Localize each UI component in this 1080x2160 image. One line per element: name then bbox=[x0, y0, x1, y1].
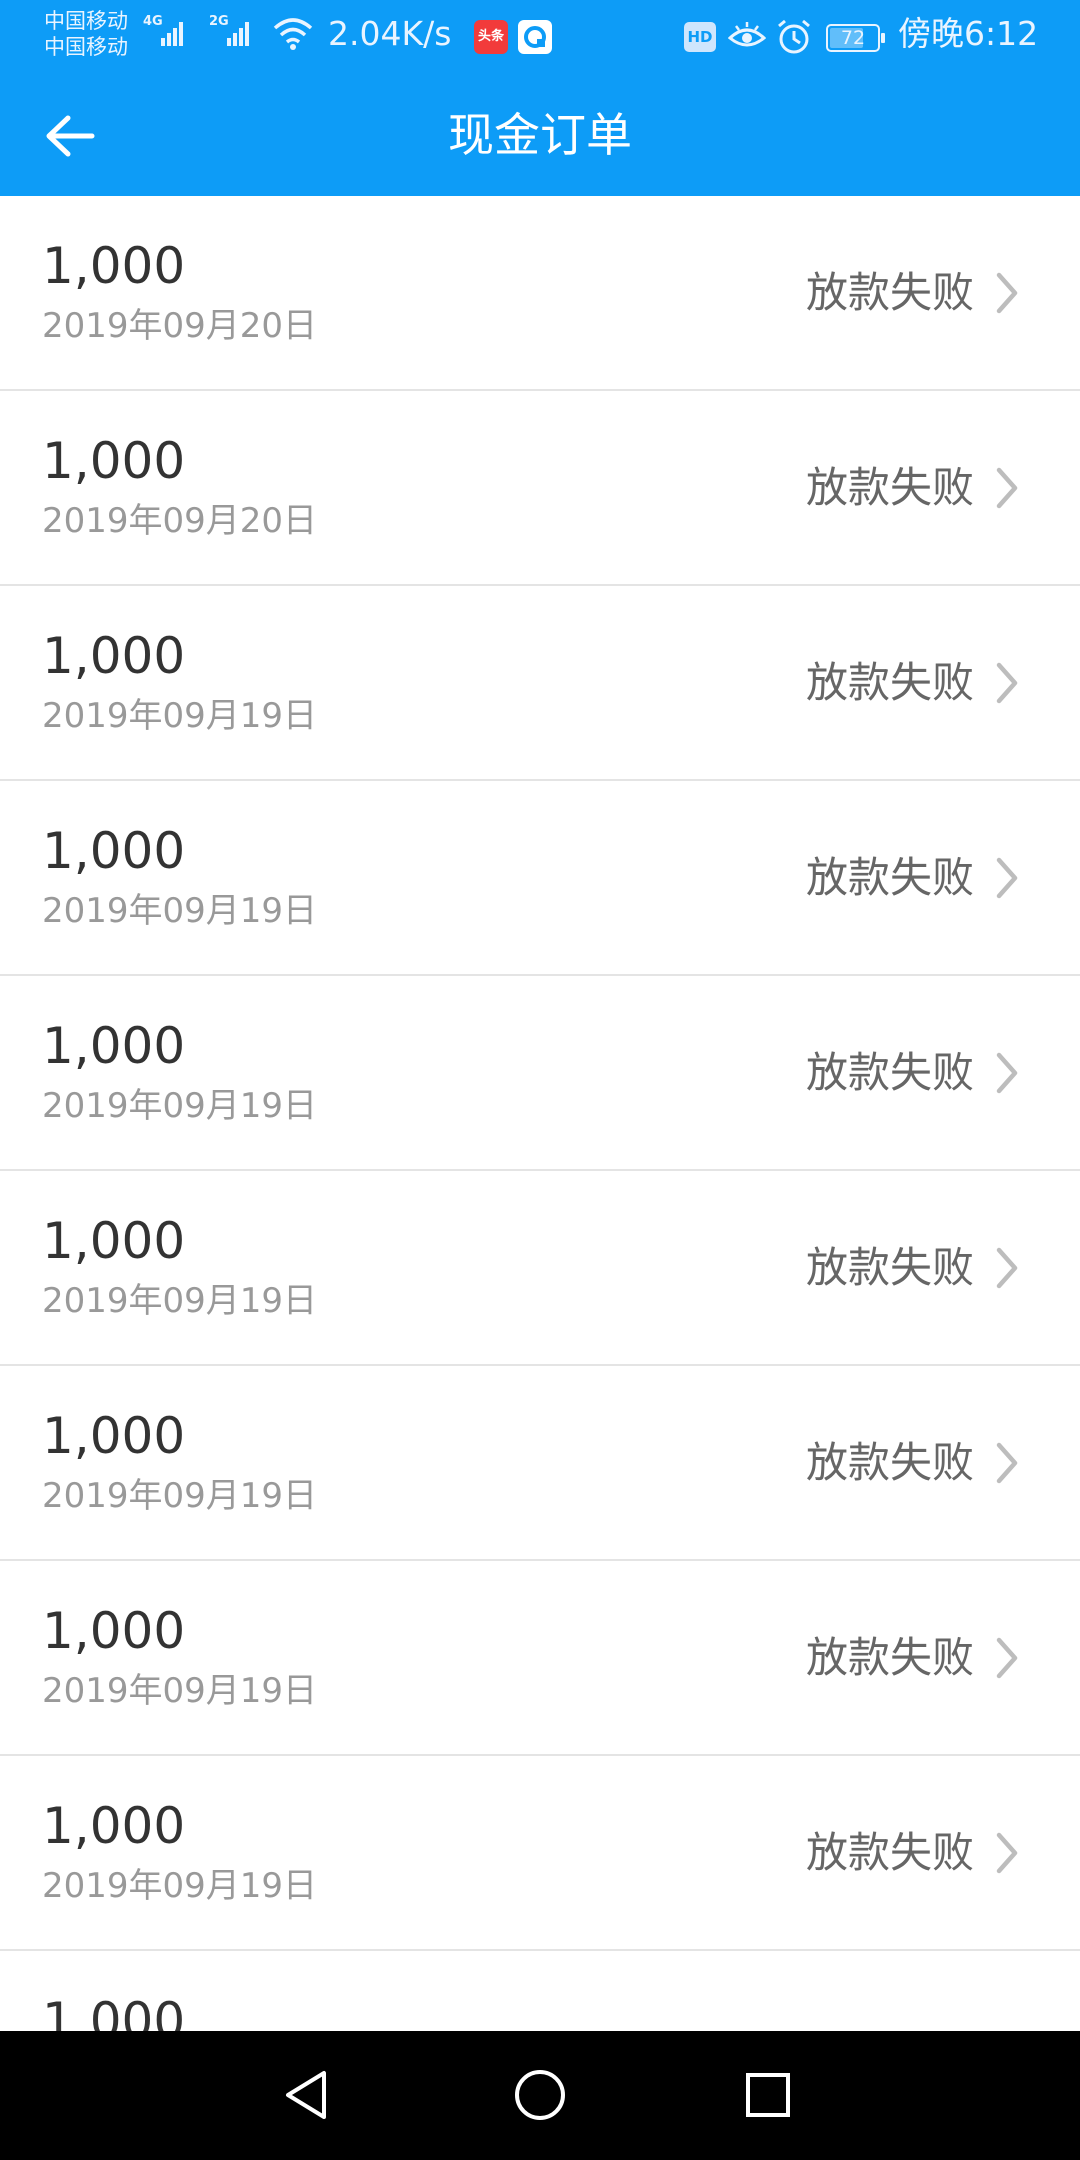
hd-icon: HD bbox=[684, 22, 716, 52]
alarm-icon bbox=[775, 18, 813, 60]
app-bar: 现金订单 bbox=[0, 74, 1080, 196]
page-title: 现金订单 bbox=[448, 108, 632, 162]
toutiao-icon: 头条 bbox=[474, 20, 508, 54]
order-amount: 1,000 bbox=[42, 432, 186, 490]
nav-recent-button[interactable] bbox=[728, 2055, 808, 2135]
carrier-1: 中国移动 bbox=[44, 9, 128, 33]
arrow-left-icon bbox=[46, 115, 95, 157]
battery-icon: 72 bbox=[826, 24, 885, 52]
chevron-right-icon bbox=[996, 857, 1018, 899]
order-status: 放款失败 bbox=[805, 268, 974, 317]
network-speed: 2.04K/s bbox=[328, 14, 452, 53]
chevron-right-icon bbox=[996, 1442, 1018, 1484]
order-row[interactable]: 1,000 bbox=[0, 1951, 1080, 2031]
nav-recent-icon bbox=[746, 2073, 790, 2117]
order-status: 放款失败 bbox=[805, 463, 974, 512]
order-date: 2019年09月19日 bbox=[42, 696, 318, 736]
status-bar: 中国移动 中国移动 4G 2G 2.04K/s 头条 HD 72 傍晚6:12 bbox=[0, 0, 1080, 74]
chevron-right-icon bbox=[996, 467, 1018, 509]
nav-back-button[interactable] bbox=[268, 2055, 348, 2135]
nav-back-icon bbox=[286, 2071, 326, 2119]
carrier-labels: 中国移动 中国移动 bbox=[44, 8, 128, 60]
order-row[interactable]: 1,000 2019年09月19日 放款失败 bbox=[0, 1561, 1080, 1756]
eye-icon bbox=[727, 20, 767, 58]
order-date: 2019年09月19日 bbox=[42, 1671, 318, 1711]
order-date: 2019年09月19日 bbox=[42, 1086, 318, 1126]
order-date: 2019年09月19日 bbox=[42, 1281, 318, 1321]
battery-percent: 72 bbox=[840, 27, 866, 49]
order-row[interactable]: 1,000 2019年09月20日 放款失败 bbox=[0, 196, 1080, 391]
order-status: 放款失败 bbox=[805, 1828, 974, 1877]
chevron-right-icon bbox=[996, 1247, 1018, 1289]
order-amount: 1,000 bbox=[42, 1602, 186, 1660]
order-date: 2019年09月19日 bbox=[42, 1866, 318, 1906]
chevron-right-icon bbox=[996, 1832, 1018, 1874]
order-row[interactable]: 1,000 2019年09月19日 放款失败 bbox=[0, 1756, 1080, 1951]
order-amount: 1,000 bbox=[42, 822, 186, 880]
order-amount: 1,000 bbox=[42, 1407, 186, 1465]
browser-icon bbox=[518, 20, 552, 54]
order-status: 放款失败 bbox=[805, 1048, 974, 1097]
order-row[interactable]: 1,000 2019年09月19日 放款失败 bbox=[0, 586, 1080, 781]
order-amount: 1,000 bbox=[42, 1992, 186, 2031]
order-list[interactable]: 1,000 2019年09月20日 放款失败 1,000 2019年09月20日… bbox=[0, 196, 1080, 2031]
order-status: 放款失败 bbox=[805, 1438, 974, 1487]
chevron-right-icon bbox=[996, 1637, 1018, 1679]
system-nav-bar bbox=[0, 2031, 1080, 2160]
order-amount: 1,000 bbox=[42, 1212, 186, 1270]
order-date: 2019年09月19日 bbox=[42, 1476, 318, 1516]
order-status: 放款失败 bbox=[805, 1633, 974, 1682]
wifi-icon bbox=[273, 16, 313, 56]
chevron-right-icon bbox=[996, 272, 1018, 314]
order-amount: 1,000 bbox=[42, 1797, 186, 1855]
order-status: 放款失败 bbox=[805, 853, 974, 902]
network-type-2: 2G bbox=[209, 14, 229, 29]
order-row[interactable]: 1,000 2019年09月19日 放款失败 bbox=[0, 976, 1080, 1171]
order-status: 放款失败 bbox=[805, 1243, 974, 1292]
battery-tip bbox=[881, 33, 885, 43]
nav-home-button[interactable] bbox=[500, 2055, 580, 2135]
order-row[interactable]: 1,000 2019年09月19日 放款失败 bbox=[0, 1366, 1080, 1561]
order-date: 2019年09月20日 bbox=[42, 306, 318, 346]
nav-home-icon bbox=[515, 2070, 565, 2120]
order-row[interactable]: 1,000 2019年09月19日 放款失败 bbox=[0, 781, 1080, 976]
order-date: 2019年09月20日 bbox=[42, 501, 318, 541]
order-row[interactable]: 1,000 2019年09月20日 放款失败 bbox=[0, 391, 1080, 586]
status-time: 傍晚6:12 bbox=[898, 14, 1039, 53]
order-amount: 1,000 bbox=[42, 1017, 186, 1075]
order-status: 放款失败 bbox=[805, 658, 974, 707]
carrier-2: 中国移动 bbox=[44, 35, 128, 59]
order-row[interactable]: 1,000 2019年09月19日 放款失败 bbox=[0, 1171, 1080, 1366]
order-amount: 1,000 bbox=[42, 237, 186, 295]
chevron-right-icon bbox=[996, 1052, 1018, 1094]
order-date: 2019年09月19日 bbox=[42, 891, 318, 931]
back-button[interactable] bbox=[36, 104, 108, 168]
chevron-right-icon bbox=[996, 662, 1018, 704]
order-amount: 1,000 bbox=[42, 627, 186, 685]
network-type-1: 4G bbox=[143, 14, 163, 29]
